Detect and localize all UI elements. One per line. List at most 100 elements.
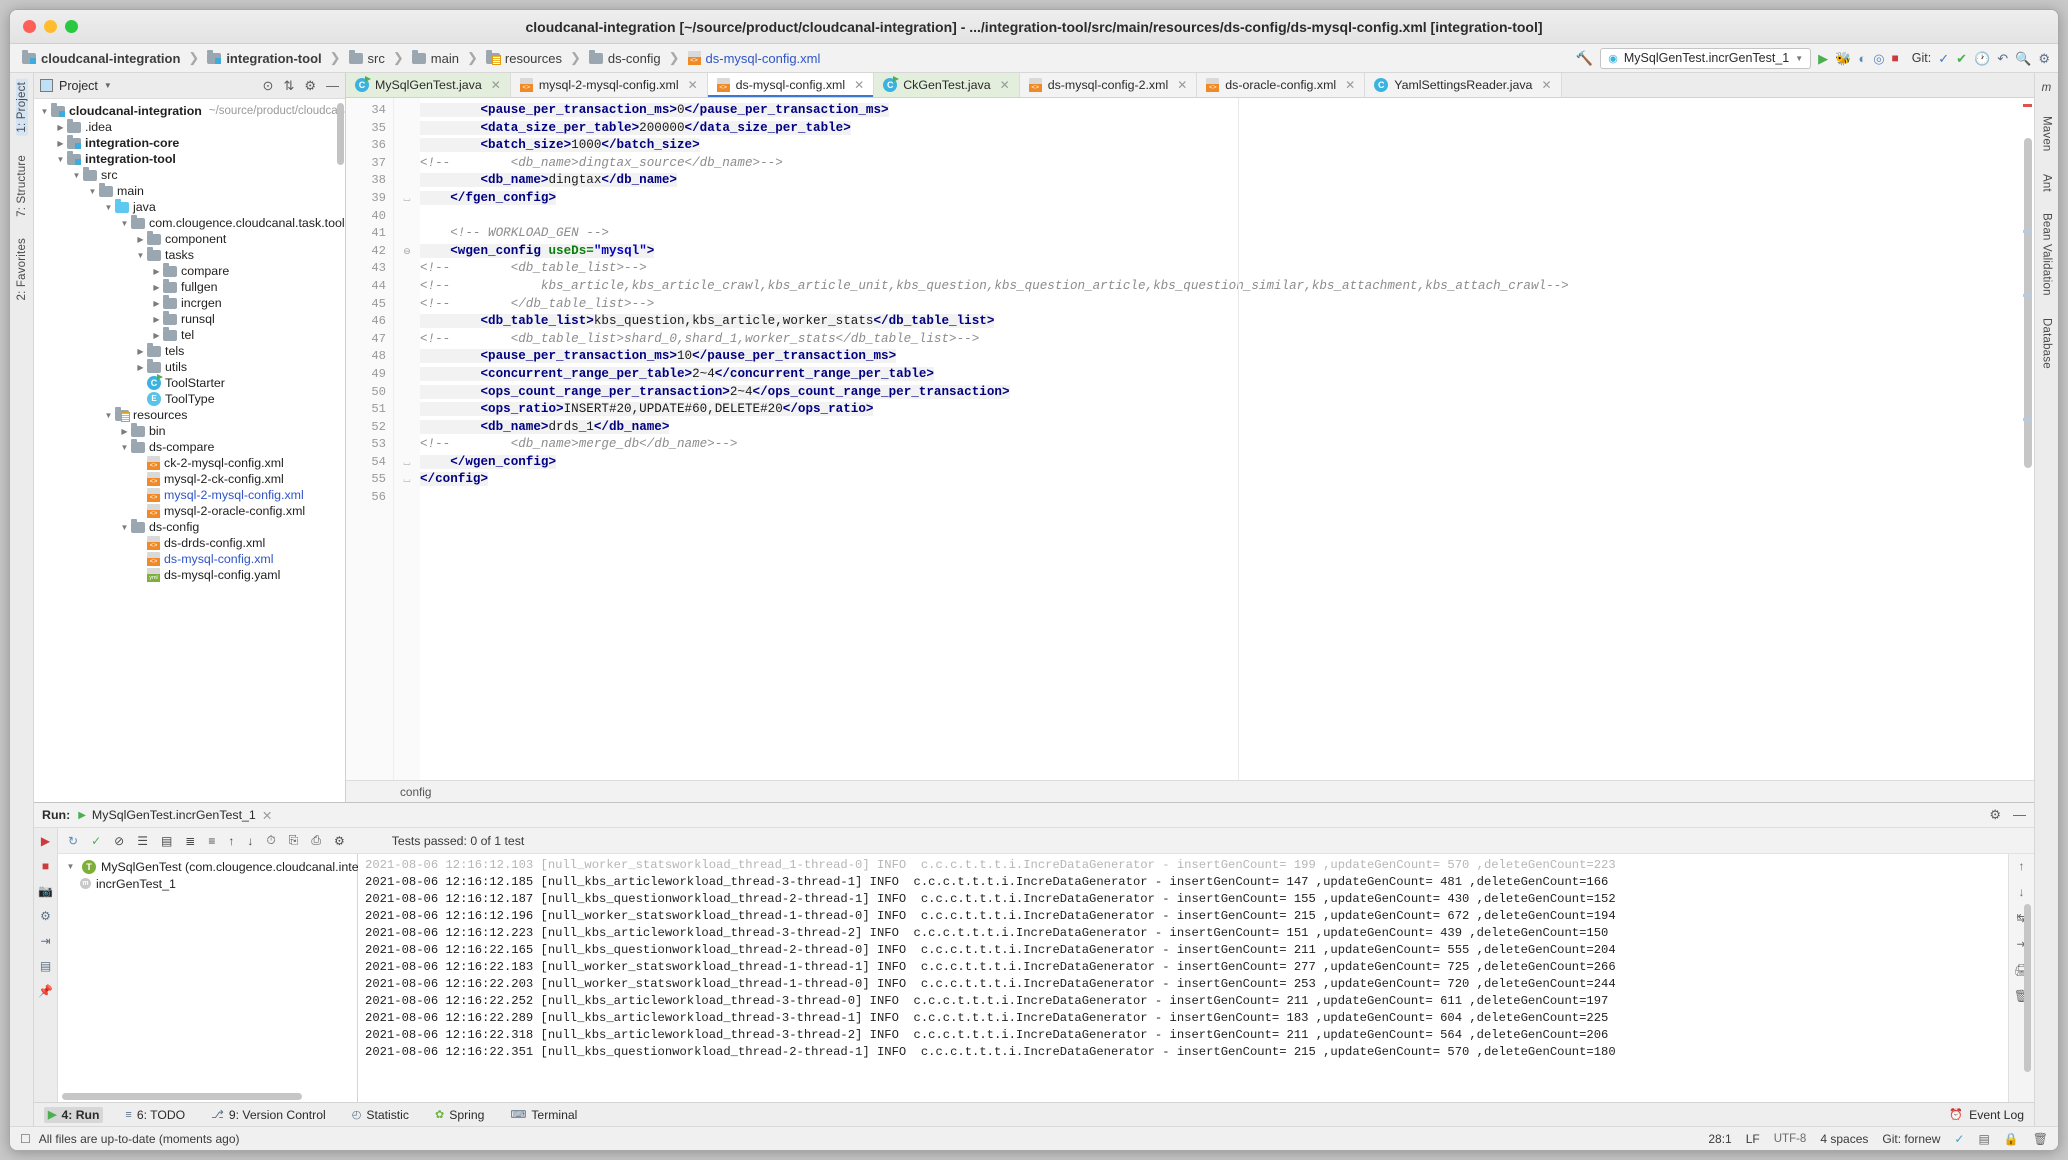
hide-icon[interactable]: — — [2013, 807, 2026, 823]
breadcrumb-item-file[interactable]: ds-mysql-config.xml — [684, 50, 825, 67]
breadcrumb-item-src[interactable]: src — [345, 49, 389, 67]
tree-node[interactable]: src — [34, 166, 345, 183]
hide-icon[interactable]: — — [326, 78, 339, 94]
inspection-icon[interactable]: ✓ — [1954, 1132, 1964, 1146]
settings-icon[interactable]: ⚙ — [2038, 52, 2050, 65]
layout-icon[interactable]: ▤ — [40, 959, 51, 973]
breadcrumb-item-main[interactable]: main — [408, 49, 463, 67]
tool-button-project[interactable]: 1: Project — [15, 79, 28, 136]
tool-button-bean-validation[interactable]: Bean Validation — [2041, 210, 2053, 299]
tool-button-database[interactable]: Database — [2041, 315, 2053, 372]
tree-node[interactable]: resources — [34, 406, 345, 423]
change-marker[interactable] — [2023, 294, 2032, 297]
settings-icon[interactable]: ⚙ — [304, 78, 316, 94]
toggle-auto-test-icon[interactable]: ✓ — [91, 834, 101, 848]
collapse-all-icon[interactable]: ≡ — [208, 834, 215, 848]
chevron-right-icon[interactable] — [134, 363, 147, 372]
git-update-icon[interactable]: ✓ — [1938, 52, 1949, 65]
tree-node[interactable]: tasks — [34, 246, 345, 263]
breadcrumb-item-resources[interactable]: resources — [482, 49, 566, 67]
event-log-button[interactable]: ⏰ Event Log — [1949, 1108, 2024, 1122]
close-icon[interactable]: ✕ — [688, 78, 698, 92]
run-configuration-selector[interactable]: ◉ MySqlGenTest.incrGenTest_1 ▼ — [1600, 47, 1812, 69]
project-tree-scrollbar[interactable] — [337, 103, 344, 165]
tree-node[interactable]: incrgen — [34, 294, 345, 311]
chevron-down-icon[interactable] — [102, 411, 115, 420]
chevron-right-icon[interactable] — [150, 315, 163, 324]
chevron-down-icon[interactable] — [38, 107, 51, 116]
code-line[interactable]: <!-- kbs_article,kbs_article_crawl,kbs_a… — [420, 278, 2034, 296]
tree-node[interactable]: ds-config — [34, 518, 345, 535]
file-encoding[interactable]: UTF-8 — [1774, 1133, 1807, 1145]
tree-node[interactable]: java — [34, 198, 345, 215]
fold-toggle-icon[interactable]: ⊖ — [394, 243, 420, 261]
code-line[interactable]: <pause_per_transaction_ms>0</pause_per_t… — [420, 102, 2034, 120]
breadcrumb-item-module[interactable]: integration-tool — [203, 49, 325, 67]
console-output[interactable]: 2021-08-06 12:16:12.103 [null_worker_sta… — [358, 854, 2008, 1102]
breadcrumb-item-ds-config[interactable]: ds-config — [585, 49, 665, 67]
chevron-down-icon[interactable] — [70, 171, 83, 180]
tree-node[interactable]: E ToolType — [34, 391, 345, 407]
undo-icon[interactable]: ↶ — [1997, 52, 2008, 65]
profile-icon[interactable]: ◎ — [1873, 52, 1884, 65]
code-line[interactable] — [420, 489, 2034, 507]
settings-icon[interactable]: ⚙ — [334, 834, 345, 848]
hammer-icon[interactable]: 🔨 — [1576, 51, 1593, 65]
search-everywhere-icon[interactable]: 🔍 — [2015, 52, 2031, 65]
tool-button-maven[interactable]: Maven — [2041, 113, 2053, 155]
close-icon[interactable]: ✕ — [1345, 78, 1355, 92]
layout-icon[interactable]: ▤ — [1978, 1132, 1989, 1146]
tree-node[interactable]: bin — [34, 422, 345, 439]
editor-tab[interactable]: ds-mysql-config-2.xml ✕ — [1019, 73, 1198, 97]
fold-toggle-icon[interactable]: ⌴ — [394, 454, 420, 472]
editor-tab[interactable]: mysql-2-mysql-config.xml ✕ — [510, 73, 708, 97]
close-icon[interactable]: ✕ — [1177, 78, 1187, 92]
rerun-icon[interactable]: ↻ — [68, 834, 78, 848]
close-icon[interactable]: ✕ — [1541, 78, 1551, 92]
tool-button-favorites[interactable]: 2: Favorites — [16, 235, 28, 303]
code-line[interactable]: <!-- <db_name>dingtax_source</db_name>--… — [420, 155, 2034, 173]
close-icon[interactable]: ✕ — [262, 808, 272, 823]
expand-all-icon[interactable]: ≣ — [185, 834, 195, 848]
code-editor[interactable]: 34 35 36 37 38 39 40 41 42 43 44 45 46 47 48 49 50 51 52 53… — [346, 98, 2034, 780]
chevron-down-icon[interactable] — [54, 155, 67, 164]
scroll-up-icon[interactable]: ↑ — [2019, 859, 2025, 873]
code-line[interactable]: <db_name>drds_1</db_name> — [420, 419, 2034, 437]
editor-tab[interactable]: ds-mysql-config.xml ✕ — [707, 73, 875, 97]
chevron-right-icon[interactable] — [54, 139, 67, 148]
tree-node[interactable]: ds-mysql-config.yaml — [34, 567, 345, 583]
chevron-down-icon[interactable] — [118, 523, 131, 532]
thread-icon[interactable]: ⚙ — [40, 909, 51, 923]
minimize-window-button[interactable] — [44, 20, 57, 33]
code-line[interactable] — [420, 208, 2034, 226]
bottom-tab[interactable]: ◴ Statistic — [348, 1107, 413, 1123]
chevron-down-icon[interactable] — [118, 443, 131, 452]
chevron-right-icon[interactable] — [150, 267, 163, 276]
chevron-right-icon[interactable] — [134, 347, 147, 356]
tree-node[interactable]: runsql — [34, 310, 345, 327]
code-folding-gutter[interactable]: ⌴ ⊖ ⌴ ⌴ — [394, 98, 420, 780]
code-line[interactable]: <db_table_list>kbs_question,kbs_article,… — [420, 313, 2034, 331]
project-tree[interactable]: cloudcanal-integration ~/source/product/c… — [34, 99, 345, 802]
tree-node[interactable]: integration-core — [34, 134, 345, 151]
git-branch[interactable]: Git: fornew — [1882, 1132, 1940, 1146]
next-icon[interactable]: ↓ — [247, 834, 253, 848]
error-stripe[interactable] — [2022, 98, 2032, 780]
bottom-tab[interactable]: ⌨ Terminal — [506, 1107, 581, 1123]
code-line[interactable]: </config> — [420, 471, 2034, 489]
chevron-right-icon[interactable] — [118, 427, 131, 436]
debug-icon[interactable]: 🐝 — [1835, 52, 1851, 65]
code-content[interactable]: <pause_per_transaction_ms>0</pause_per_t… — [420, 98, 2034, 780]
run-icon[interactable]: ▶ — [1818, 52, 1828, 65]
line-separator[interactable]: LF — [1746, 1132, 1760, 1146]
code-line[interactable]: <!-- <db_name>merge_db</db_name>--> — [420, 436, 2034, 454]
code-line[interactable]: <data_size_per_table>200000</data_size_p… — [420, 120, 2034, 138]
tree-node[interactable]: ds-compare — [34, 438, 345, 455]
chevron-down-icon[interactable]: ▼ — [104, 81, 112, 90]
change-marker[interactable] — [2023, 230, 2032, 233]
close-window-button[interactable] — [23, 20, 36, 33]
git-commit-icon[interactable]: ✔ — [1956, 52, 1967, 65]
chevron-down-icon[interactable]: ▼ — [1795, 54, 1803, 63]
test-tree-hscrollbar[interactable] — [62, 1093, 302, 1100]
tree-node[interactable]: ds-mysql-config.xml — [34, 551, 345, 567]
